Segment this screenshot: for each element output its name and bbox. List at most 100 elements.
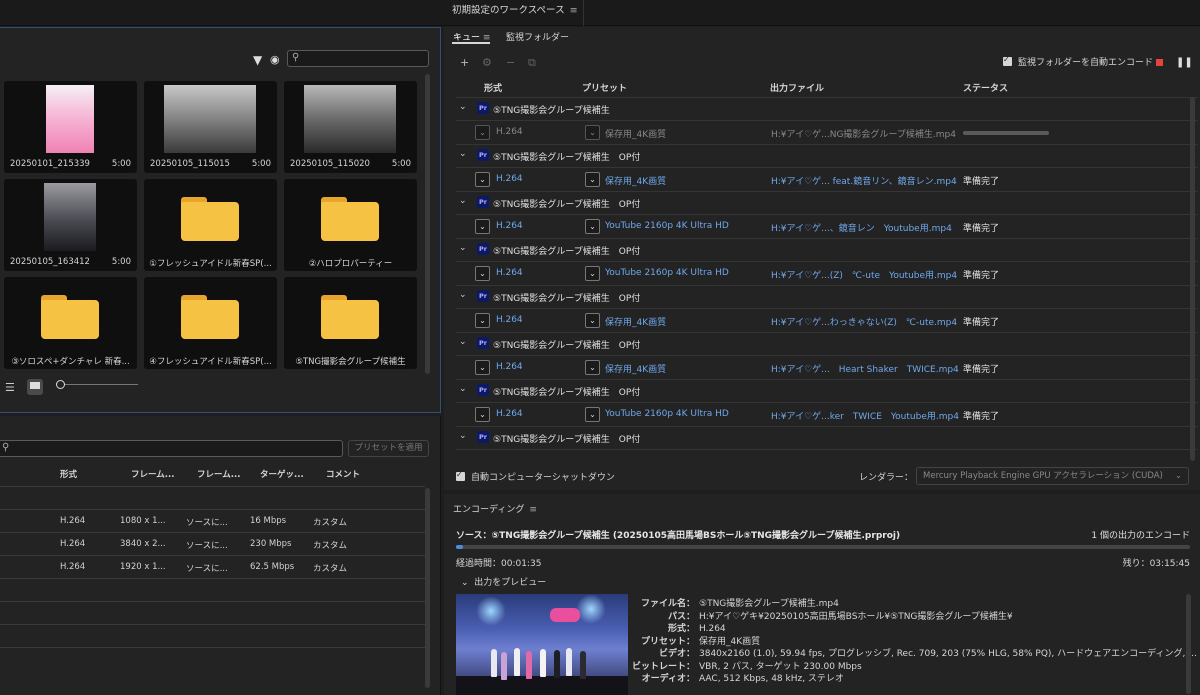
queue-source-row[interactable]: ⌄ Pr ⑤TNG撮影会グループ候補生 OP付: [456, 238, 1198, 261]
queue-output-row[interactable]: ⌄ H.264 ⌄ YouTube 2160p 4K Ultra HD H:¥アイ♡ゲ.…: [456, 402, 1198, 426]
preset-column-target[interactable]: ターゲッ...: [260, 468, 304, 480]
output-format-link[interactable]: H.264: [496, 127, 523, 137]
checkbox-checked-icon[interactable]: [1003, 55, 1012, 66]
auto-shutdown-checkbox[interactable]: 自動コンピューターシャットダウン: [456, 470, 615, 483]
output-file-link[interactable]: H:¥アイ♡ゲ... Heart Shaker TWICE.mp4: [771, 362, 959, 375]
output-file-link[interactable]: H:¥アイ♡ゲ...(Z) ℃-ute Youtube用.mp4: [771, 268, 957, 281]
output-file-link[interactable]: H:¥アイ♡ゲ...NG撮影会グループ候補生.mp4: [771, 127, 956, 140]
queue-output-row[interactable]: ⌄ H.264 ⌄ YouTube 2160p 4K Ultra HD H:¥アイ♡ゲ.…: [456, 214, 1198, 238]
output-file-link[interactable]: H:¥アイ♡ゲ...わっきゃない(Z) ℃-ute.mp4: [771, 315, 957, 328]
preset-column-format[interactable]: 形式: [60, 468, 77, 480]
preset-row[interactable]: [0, 486, 425, 509]
output-format-link[interactable]: H.264: [496, 221, 523, 231]
preset-row[interactable]: [0, 601, 425, 624]
format-dropdown[interactable]: ⌄: [475, 172, 490, 187]
menu-icon[interactable]: ≡: [529, 505, 537, 515]
media-folder[interactable]: ①フレッシュアイドル新春SP(...: [144, 179, 277, 271]
output-preset-link[interactable]: 保存用_4K画質: [605, 174, 666, 187]
queue-output-row[interactable]: [456, 449, 1198, 453]
media-folder[interactable]: ②ハロプロパーティー: [284, 179, 417, 271]
zoom-slider-knob[interactable]: [56, 380, 65, 389]
output-format-link[interactable]: H.264: [496, 362, 523, 372]
preset-scrollbar[interactable]: [425, 488, 430, 688]
pause-queue-button[interactable]: ❚❚: [1176, 57, 1193, 68]
settings-icon[interactable]: ⚙: [482, 56, 492, 69]
preset-column-comment[interactable]: コメント: [326, 468, 360, 480]
media-clip[interactable]: 20250105_115015 5:00: [144, 81, 277, 173]
preset-column-frame-rate[interactable]: フレーム...: [197, 468, 240, 480]
media-folder[interactable]: ③ソロスペ+ダンチャレ 新春...: [4, 277, 137, 369]
checkbox-checked-icon[interactable]: [456, 470, 465, 481]
preset-dropdown[interactable]: ⌄: [585, 313, 600, 328]
queue-scrollbar[interactable]: [1190, 97, 1195, 461]
duplicate-icon[interactable]: ⧉: [528, 56, 536, 70]
preset-dropdown[interactable]: ⌄: [585, 172, 600, 187]
output-preset-link[interactable]: 保存用_4K画質: [605, 315, 666, 328]
preset-column-frame-size[interactable]: フレーム...: [131, 468, 174, 480]
output-file-link[interactable]: H:¥アイ♡ゲ...ker TWICE Youtube用.mp4: [771, 409, 959, 422]
queue-source-row[interactable]: ⌄ Pr ⑤TNG撮影会グループ候補生 OP付: [456, 426, 1198, 449]
queue-source-row[interactable]: ⌄ Pr ⑤TNG撮影会グループ候補生 OP付: [456, 144, 1198, 167]
tab-watch-folders[interactable]: 監視フォルダー: [506, 30, 569, 43]
thumbnail-zoom-slider[interactable]: [56, 380, 138, 389]
queue-output-row[interactable]: ⌄ H.264 ⌄ 保存用_4K画質 H:¥アイ♡ゲ... Heart Shaker T…: [456, 355, 1198, 379]
chevron-down-icon[interactable]: ⌄: [459, 102, 467, 112]
output-format-link[interactable]: H.264: [496, 268, 523, 278]
media-folder[interactable]: ⑤TNG撮影会グループ候補生: [284, 277, 417, 369]
output-preset-link[interactable]: YouTube 2160p 4K Ultra HD: [605, 409, 729, 419]
preset-row[interactable]: [0, 578, 425, 601]
queue-output-row[interactable]: ⌄ H.264 ⌄ 保存用_4K画質 H:¥アイ♡ゲ... feat.鏡音リン、鏡音レン…: [456, 167, 1198, 191]
remove-icon[interactable]: −: [506, 56, 515, 69]
media-clip[interactable]: 20250105_115020 5:00: [284, 81, 417, 173]
format-dropdown[interactable]: ⌄: [475, 219, 490, 234]
chevron-down-icon[interactable]: ⌄: [459, 431, 467, 441]
preset-row[interactable]: H.264 3840 x 2... ソースに... 230 Mbps カスタム: [0, 532, 425, 555]
media-clip[interactable]: 20250105_163412 5:00: [4, 179, 137, 271]
format-dropdown[interactable]: ⌄: [475, 313, 490, 328]
media-folder[interactable]: ④フレッシュアイドル新春SP(...: [144, 277, 277, 369]
media-scrollbar[interactable]: [425, 74, 430, 374]
queue-source-row[interactable]: ⌄ Pr ⑤TNG撮影会グループ候補生 OP付: [456, 379, 1198, 402]
output-format-link[interactable]: H.264: [496, 409, 523, 419]
output-preset-link[interactable]: 保存用_4K画質: [605, 127, 666, 140]
format-dropdown[interactable]: ⌄: [475, 407, 490, 422]
chevron-down-icon[interactable]: ⌄: [459, 337, 467, 347]
chevron-down-icon[interactable]: ⌄: [459, 196, 467, 206]
queue-source-row[interactable]: ⌄ Pr ⑤TNG撮影会グループ候補生 OP付: [456, 285, 1198, 308]
stop-queue-button[interactable]: [1156, 59, 1163, 66]
queue-source-row[interactable]: ⌄ Pr ⑤TNG撮影会グループ候補生: [456, 97, 1198, 120]
funnel-icon[interactable]: ▼: [253, 53, 262, 67]
format-dropdown[interactable]: ⌄: [475, 125, 490, 140]
chevron-down-icon[interactable]: ⌄: [459, 384, 467, 394]
preset-row[interactable]: [0, 647, 425, 670]
output-file-link[interactable]: H:¥アイ♡ゲ...、鏡音レン Youtube用.mp4: [771, 221, 952, 234]
chevron-down-icon[interactable]: ⌄: [459, 290, 467, 300]
queue-source-row[interactable]: ⌄ Pr ⑤TNG撮影会グループ候補生 OP付: [456, 191, 1198, 214]
preset-dropdown[interactable]: ⌄: [585, 125, 600, 140]
queue-output-row[interactable]: ⌄ H.264 ⌄ YouTube 2160p 4K Ultra HD H:¥アイ♡ゲ.…: [456, 261, 1198, 285]
format-dropdown[interactable]: ⌄: [475, 266, 490, 281]
preset-dropdown[interactable]: ⌄: [585, 407, 600, 422]
media-clip[interactable]: 20250101_215339 5:00: [4, 81, 137, 173]
chevron-down-icon[interactable]: ⌄: [459, 149, 467, 159]
output-preset-link[interactable]: YouTube 2160p 4K Ultra HD: [605, 268, 729, 278]
preset-search-input[interactable]: ⚲: [0, 440, 343, 457]
encoding-scrollbar[interactable]: [1186, 594, 1191, 694]
preset-dropdown[interactable]: ⌄: [585, 219, 600, 234]
media-search-input[interactable]: ⚲: [287, 50, 429, 67]
apply-preset-button[interactable]: プリセットを適用: [348, 440, 429, 457]
output-preset-link[interactable]: 保存用_4K画質: [605, 362, 666, 375]
icon-view-icon[interactable]: [27, 379, 43, 395]
list-view-icon[interactable]: ☰: [5, 381, 15, 394]
menu-icon[interactable]: ≡: [570, 5, 578, 16]
output-preset-link[interactable]: YouTube 2160p 4K Ultra HD: [605, 221, 729, 231]
auto-encode-checkbox[interactable]: 監視フォルダーを自動エンコード: [1003, 55, 1153, 68]
output-format-link[interactable]: H.264: [496, 174, 523, 184]
output-format-link[interactable]: H.264: [496, 315, 523, 325]
preset-row[interactable]: H.264 1920 x 1... ソースに... 62.5 Mbps カスタム: [0, 555, 425, 578]
queue-output-row[interactable]: ⌄ H.264 ⌄ 保存用_4K画質 H:¥アイ♡ゲ...NG撮影会グループ候補生.mp…: [456, 120, 1198, 144]
queue-output-row[interactable]: ⌄ H.264 ⌄ 保存用_4K画質 H:¥アイ♡ゲ...わっきゃない(Z) ℃-ute…: [456, 308, 1198, 332]
preset-dropdown[interactable]: ⌄: [585, 266, 600, 281]
preset-row[interactable]: H.264 1080 x 1... ソースに... 16 Mbps カスタム: [0, 509, 425, 532]
renderer-select[interactable]: Mercury Playback Engine GPU アクセラレーション (C…: [916, 467, 1189, 485]
